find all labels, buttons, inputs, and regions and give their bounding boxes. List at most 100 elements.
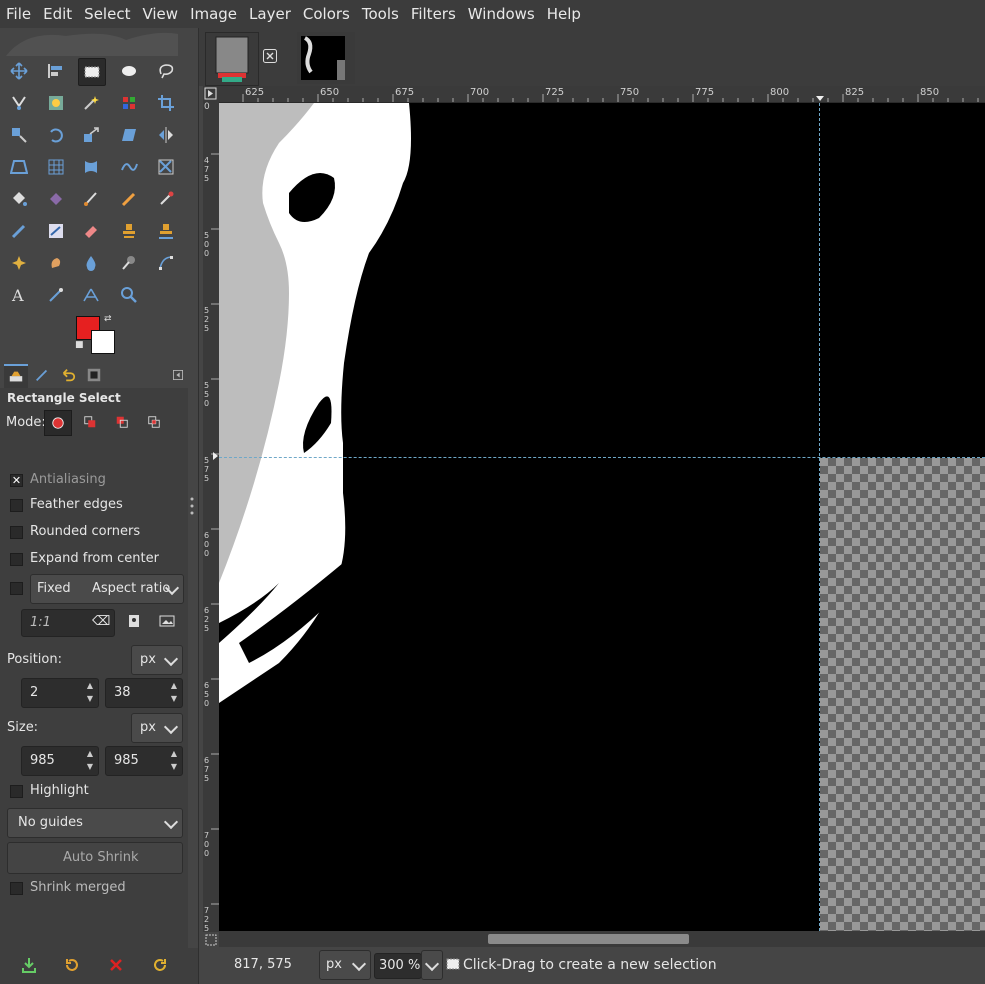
scale-tool-icon[interactable] [78, 122, 104, 148]
zoom-input[interactable]: 300 % [374, 953, 422, 979]
bucket-fill-tool-icon[interactable] [6, 186, 32, 212]
increment-icon[interactable]: ▲ [84, 681, 96, 691]
menu-file[interactable]: File [0, 0, 37, 28]
image-canvas[interactable] [219, 103, 985, 931]
3d-transform-tool-icon[interactable] [153, 154, 179, 180]
fixed-checkbox[interactable] [10, 582, 23, 595]
portrait-icon[interactable] [127, 614, 141, 632]
free-select-tool-icon[interactable] [153, 58, 179, 84]
select-by-color-tool-icon[interactable] [116, 90, 142, 116]
tool-options-tab-icon[interactable] [4, 364, 28, 388]
blur-tool-icon[interactable] [78, 250, 104, 276]
eraser-tool-icon[interactable] [78, 218, 104, 244]
menu-layer[interactable]: Layer [243, 0, 297, 28]
smudge-tool-icon[interactable] [43, 250, 69, 276]
heal-tool-icon[interactable] [6, 250, 32, 276]
menu-select[interactable]: Select [78, 0, 136, 28]
shear-tool-icon[interactable] [116, 122, 142, 148]
shrink-merged-checkbox[interactable] [10, 882, 23, 895]
zoom-tool-icon[interactable] [116, 282, 142, 308]
dock-menu-icon[interactable] [166, 364, 190, 386]
size-unit-dropdown[interactable]: px [131, 713, 183, 743]
default-colors-icon[interactable]: ■ [75, 340, 84, 350]
horizontal-ruler[interactable]: 625 650 675 700 725 750 775 800 825 850 [219, 86, 985, 103]
flip-tool-icon[interactable] [153, 122, 179, 148]
increment-icon[interactable]: ▲ [168, 749, 180, 759]
increment-icon[interactable]: ▲ [168, 681, 180, 691]
mode-add-icon[interactable] [77, 410, 103, 434]
image-tab-2[interactable] [297, 32, 355, 84]
ruler-corner-icon[interactable] [203, 86, 219, 102]
reset-options-icon[interactable] [147, 952, 173, 978]
close-tab-icon[interactable] [263, 49, 277, 63]
clear-icon[interactable]: ⌫ [92, 614, 110, 629]
rect-select-tool-icon[interactable] [78, 58, 106, 86]
restore-options-icon[interactable] [59, 952, 85, 978]
menu-view[interactable]: View [136, 0, 184, 28]
antialiasing-checkbox[interactable]: ✕ [10, 474, 23, 487]
measure-tool-icon[interactable] [78, 282, 104, 308]
fuzzy-select-tool-icon[interactable] [78, 90, 104, 116]
position-unit-dropdown[interactable]: px [131, 645, 183, 675]
landscape-icon[interactable] [159, 614, 175, 632]
fixed-dropdown[interactable]: Fixed Aspect ratio [30, 574, 184, 604]
auto-shrink-button[interactable]: Auto Shrink [7, 842, 183, 874]
text-tool-icon[interactable]: A [6, 282, 32, 308]
horizontal-scrollbar[interactable] [219, 931, 985, 947]
images-tab-icon[interactable] [82, 364, 106, 386]
delete-options-icon[interactable] [103, 952, 129, 978]
paintbrush-tool-icon[interactable] [78, 186, 104, 212]
size-width-input[interactable]: 985 ▲ ▼ [21, 746, 99, 776]
pane-resize-handle[interactable] [190, 496, 194, 516]
guides-dropdown[interactable]: No guides [7, 808, 183, 838]
mode-replace-icon[interactable] [44, 410, 72, 436]
clone-tool-icon[interactable] [116, 218, 142, 244]
menu-image[interactable]: Image [184, 0, 243, 28]
increment-icon[interactable]: ▲ [84, 749, 96, 759]
save-options-icon[interactable] [16, 952, 42, 978]
paths-tool-icon[interactable] [153, 250, 179, 276]
position-x-input[interactable]: 2 ▲ ▼ [21, 678, 99, 708]
menu-filters[interactable]: Filters [405, 0, 462, 28]
pencil-tool-icon[interactable] [116, 186, 142, 212]
mode-intersect-icon[interactable] [141, 410, 167, 434]
decrement-icon[interactable]: ▼ [84, 762, 96, 772]
crop-tool-icon[interactable] [153, 90, 179, 116]
quick-mask-icon[interactable] [205, 934, 217, 946]
ratio-input[interactable]: 1:1 ⌫ [21, 609, 115, 637]
perspective-clone-tool-icon[interactable] [153, 218, 179, 244]
ellipse-select-tool-icon[interactable] [116, 58, 142, 84]
warp-transform-tool-icon[interactable] [78, 154, 104, 180]
ink-tool-icon[interactable] [6, 218, 32, 244]
decrement-icon[interactable]: ▼ [168, 694, 180, 704]
undo-history-tab-icon[interactable] [56, 364, 80, 386]
feather-checkbox[interactable] [10, 499, 23, 512]
decrement-icon[interactable]: ▼ [84, 694, 96, 704]
cage-transform-tool-icon[interactable] [43, 154, 69, 180]
highlight-checkbox[interactable] [10, 785, 23, 798]
menu-edit[interactable]: Edit [37, 0, 78, 28]
unified-transform-tool-icon[interactable] [6, 122, 32, 148]
zoom-dropdown[interactable] [421, 950, 443, 980]
expand-checkbox[interactable] [10, 553, 23, 566]
color-picker-tool-icon[interactable] [43, 282, 69, 308]
scrollbar-thumb[interactable] [488, 934, 689, 944]
airbrush-tool-icon[interactable] [153, 186, 179, 212]
scissors-tool-icon[interactable] [6, 90, 32, 116]
mypaint-brush-tool-icon[interactable] [43, 218, 69, 244]
align-tool-icon[interactable] [43, 58, 69, 84]
menu-help[interactable]: Help [541, 0, 587, 28]
background-color-swatch[interactable] [91, 330, 115, 354]
decrement-icon[interactable]: ▼ [168, 762, 180, 772]
image-tab-1[interactable] [205, 32, 259, 86]
vertical-ruler[interactable]: 0 475 500 525 550 575 600 625 650 675 70… [203, 102, 220, 933]
menu-tools[interactable]: Tools [356, 0, 405, 28]
status-unit-dropdown[interactable]: px [319, 950, 371, 980]
brushes-tab-icon[interactable] [30, 364, 54, 386]
swap-colors-icon[interactable]: ⇄ [104, 314, 112, 324]
position-y-input[interactable]: 38 ▲ ▼ [105, 678, 183, 708]
rounded-checkbox[interactable] [10, 526, 23, 539]
handle-transform-tool-icon[interactable] [116, 154, 142, 180]
foreground-select-tool-icon[interactable] [43, 90, 69, 116]
rotate-tool-icon[interactable] [43, 122, 69, 148]
